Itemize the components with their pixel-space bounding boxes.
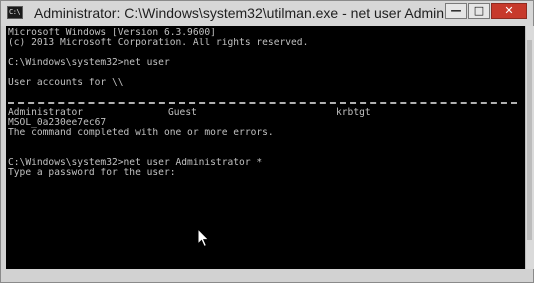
console-line: (c) 2013 Microsoft Corporation. All righ…: [8, 38, 309, 48]
console-prompt-line: C:\Windows\system32>net user Administrat…: [8, 158, 263, 168]
console-line: C:\Windows\system32>net user: [8, 58, 170, 68]
close-button[interactable]: ✕: [491, 3, 527, 19]
vertical-scrollbar[interactable]: [525, 26, 534, 269]
account-name: krbtgt: [336, 107, 371, 118]
window-title: Administrator: C:\Windows\system32\utilm…: [34, 5, 444, 21]
password-prompt-line[interactable]: Type a password for the user:: [8, 168, 525, 178]
command-prompt-window: C:\ Administrator: C:\Windows\system32\u…: [0, 0, 534, 283]
title-bar[interactable]: C:\ Administrator: C:\Windows\system32\u…: [1, 1, 533, 26]
mouse-pointer-icon: [197, 228, 210, 248]
account-name: Guest: [168, 107, 197, 118]
account-name: MSOL_0a230ee7ec67: [8, 117, 107, 128]
console-line: The command completed with one or more e…: [8, 128, 274, 138]
minimize-button[interactable]: —: [445, 3, 467, 19]
console-line: User accounts for \\: [8, 78, 124, 88]
cmd-console-icon[interactable]: C:\: [7, 6, 23, 19]
console-line: Microsoft Windows [Version 6.3.9600]: [8, 28, 216, 38]
window-bottom-frame: [1, 269, 533, 282]
scrollbar-thumb[interactable]: [527, 40, 532, 240]
console-separator: [8, 98, 525, 108]
maximize-button[interactable]: □: [468, 3, 490, 19]
account-row: MSOL_0a230ee7ec67: [8, 118, 525, 128]
console-text: Microsoft Windows [Version 6.3.9600] (c)…: [8, 28, 525, 178]
console-output-area[interactable]: Microsoft Windows [Version 6.3.9600] (c)…: [6, 26, 525, 269]
